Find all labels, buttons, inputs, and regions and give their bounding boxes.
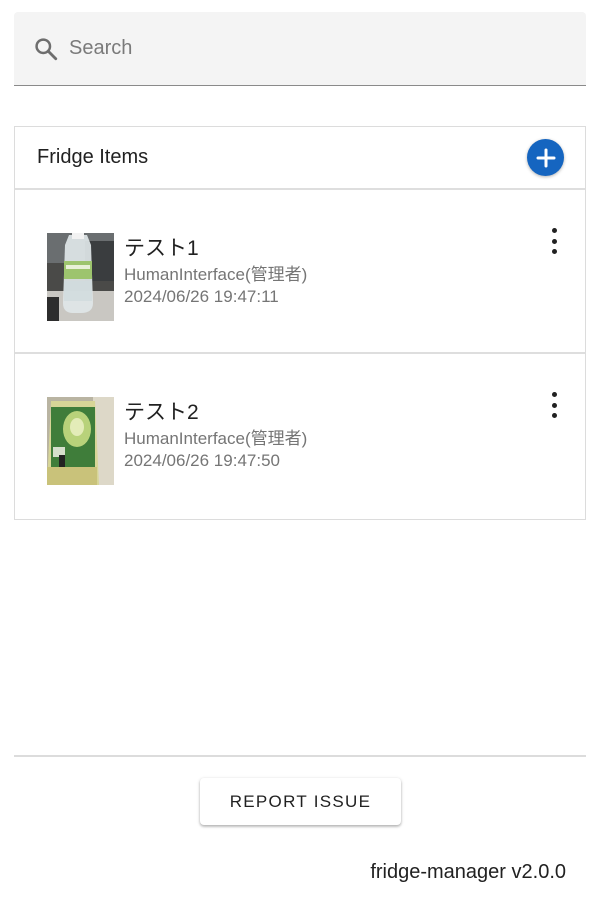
list-header: Fridge Items	[15, 127, 585, 190]
item-name: テスト2	[124, 401, 199, 424]
report-issue-button[interactable]: REPORT ISSUE	[200, 778, 401, 825]
more-vertical-icon[interactable]	[551, 228, 557, 254]
plus-icon	[536, 148, 555, 167]
item-date: 2024/06/26 19:47:50	[124, 451, 280, 470]
item-owner: HumanInterface(管理者)	[124, 265, 308, 284]
fridge-items-card: Fridge Items テスト1 HumanInterface(管理者) 20…	[14, 126, 586, 520]
item-thumbnail-water-bottle	[47, 233, 114, 321]
search-bar[interactable]	[14, 12, 586, 86]
search-icon	[33, 36, 59, 62]
add-item-button[interactable]	[527, 139, 564, 176]
item-thumbnail-green-tea-bottle	[47, 397, 114, 485]
item-details: テスト2 HumanInterface(管理者) 2024/06/26 19:4…	[124, 398, 307, 472]
item-date: 2024/06/26 19:47:11	[124, 287, 279, 306]
version-label: fridge-manager v2.0.0	[370, 861, 566, 883]
list-title: Fridge Items	[37, 146, 149, 168]
footer-divider	[14, 755, 586, 757]
search-input[interactable]	[69, 28, 549, 69]
list-item[interactable]: テスト2 HumanInterface(管理者) 2024/06/26 19:4…	[15, 354, 585, 518]
item-name: テスト1	[124, 237, 199, 260]
item-details: テスト1 HumanInterface(管理者) 2024/06/26 19:4…	[124, 234, 307, 308]
more-vertical-icon[interactable]	[551, 392, 557, 418]
item-owner: HumanInterface(管理者)	[124, 429, 308, 448]
list-item[interactable]: テスト1 HumanInterface(管理者) 2024/06/26 19:4…	[15, 190, 585, 354]
